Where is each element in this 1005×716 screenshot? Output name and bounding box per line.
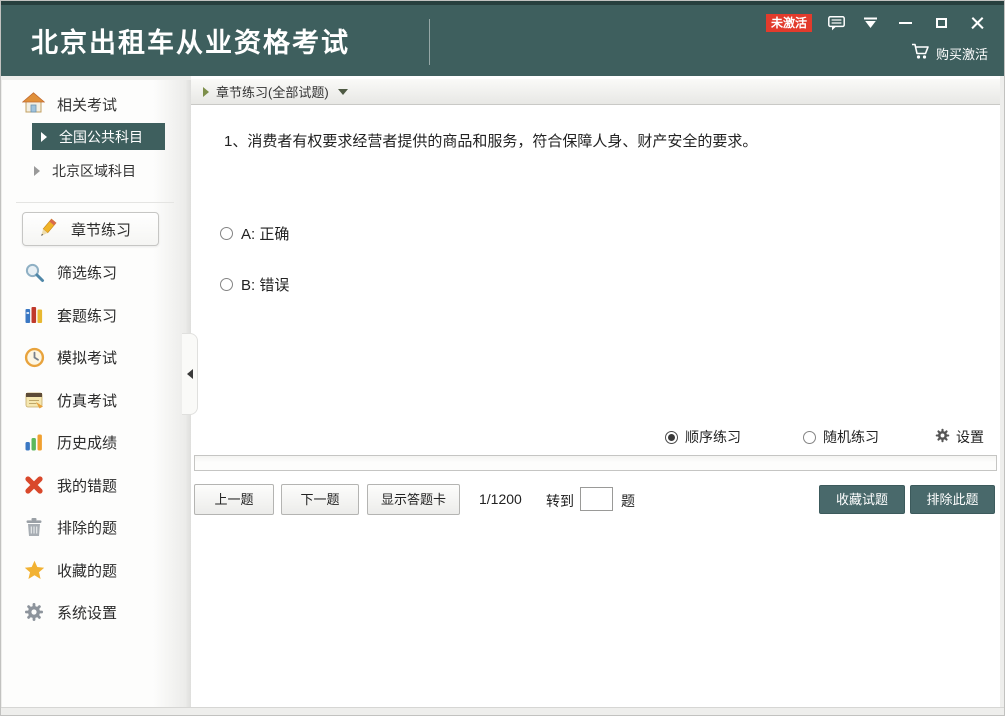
sidebar-item-label: 章节练习	[71, 219, 131, 240]
settings-label: 设置	[956, 427, 984, 447]
settings-gear-icon	[935, 428, 950, 446]
goto-question-input[interactable]	[580, 487, 613, 511]
random-practice-label: 随机练习	[823, 427, 879, 447]
goto-unit-label: 题	[621, 491, 635, 511]
skin-dropdown-icon[interactable]	[860, 14, 880, 32]
breadcrumb[interactable]: 章节练习(全部试题)	[191, 79, 1000, 105]
sequential-practice-label: 顺序练习	[685, 427, 741, 447]
sidebar: 相关考试 全国公共科目 北京区域科目	[2, 80, 191, 707]
sequential-practice-radio[interactable]	[665, 431, 678, 444]
related-exams-label: 相关考试	[57, 94, 117, 115]
question-text: 1、消费者有权要求经营者提供的商品和服务，符合保障人身、财产安全的要求。	[224, 131, 970, 153]
chevron-down-icon	[338, 89, 348, 95]
buy-activation-button[interactable]: 购买激活	[911, 43, 988, 63]
sidebar-item-excluded-questions[interactable]: 排除的题	[22, 512, 172, 542]
option-a-radio[interactable]	[220, 227, 233, 240]
sidebar-divider	[16, 202, 174, 203]
settings-link[interactable]: 设置	[935, 427, 984, 447]
related-exams-header: 相关考试	[22, 92, 117, 117]
bar-chart-icon	[22, 432, 46, 452]
title-divider	[429, 19, 430, 65]
sidebar-item-chapter-practice[interactable]: 章节练习	[22, 212, 159, 246]
bottom-toolbar: 上一题 下一题 显示答题卡 1/1200 转到 题 收藏试题 排除此题	[191, 484, 1000, 518]
next-question-button[interactable]: 下一题	[281, 484, 359, 515]
close-button[interactable]	[966, 14, 988, 32]
notepad-icon	[22, 390, 46, 410]
maximize-button[interactable]	[930, 14, 952, 32]
subject-label: 北京区域科目	[52, 161, 136, 181]
sidebar-item-set-practice[interactable]: 套题练习	[22, 300, 172, 330]
option-a-label: A: 正确	[241, 223, 289, 244]
sequential-practice-option[interactable]: 顺序练习	[665, 427, 741, 447]
window-bottom-frame	[1, 707, 1004, 715]
pencil-icon	[35, 217, 59, 241]
option-a[interactable]: A: 正确	[220, 223, 289, 244]
sidebar-item-mock-exam[interactable]: 模拟考试	[22, 342, 172, 372]
books-icon	[22, 305, 46, 325]
star-icon	[22, 560, 46, 580]
sidebar-item-label: 我的错题	[57, 475, 117, 496]
arrow-left-icon	[187, 369, 193, 379]
question-progress-counter: 1/1200	[479, 491, 522, 507]
option-b[interactable]: B: 错误	[220, 274, 289, 295]
trash-icon	[22, 517, 46, 537]
search-icon	[22, 262, 46, 283]
sidebar-item-my-mistakes[interactable]: 我的错题	[22, 470, 172, 500]
sidebar-item-label: 收藏的题	[57, 560, 117, 581]
activation-status-badge: 未激活	[766, 14, 812, 32]
sidebar-item-label: 模拟考试	[57, 347, 117, 368]
breadcrumb-arrow-icon	[203, 87, 209, 97]
clock-icon	[22, 347, 46, 368]
option-b-label: B: 错误	[241, 274, 289, 295]
titlebar-controls: 未激活	[766, 14, 988, 32]
practice-mode-row: 顺序练习 随机练习	[665, 427, 984, 447]
sidebar-item-history-scores[interactable]: 历史成绩	[22, 427, 172, 457]
sidebar-item-favorite-questions[interactable]: 收藏的题	[22, 555, 172, 585]
sidebar-item-national-subjects[interactable]: 全国公共科目	[32, 123, 165, 150]
arrow-right-icon	[34, 166, 40, 176]
sidebar-item-label: 系统设置	[57, 602, 117, 623]
minimize-button[interactable]	[894, 14, 916, 32]
red-cross-icon	[22, 475, 46, 495]
sidebar-item-label: 套题练习	[57, 305, 117, 326]
breadcrumb-label: 章节练习(全部试题)	[216, 82, 329, 101]
sidebar-item-label: 历史成绩	[57, 432, 117, 453]
subject-label: 全国公共科目	[59, 127, 143, 147]
option-b-radio[interactable]	[220, 278, 233, 291]
random-practice-option[interactable]: 随机练习	[803, 427, 879, 447]
sidebar-item-system-settings[interactable]: 系统设置	[22, 597, 172, 627]
home-icon	[22, 92, 45, 117]
cart-icon	[911, 43, 930, 63]
sidebar-item-label: 排除的题	[57, 517, 117, 538]
title-bar: 北京出租车从业资格考试 未激活	[1, 1, 1004, 76]
prev-question-button[interactable]: 上一题	[194, 484, 274, 515]
goto-label: 转到	[546, 491, 574, 511]
exclude-question-button[interactable]: 排除此题	[910, 485, 995, 514]
sidebar-item-beijing-subjects[interactable]: 北京区域科目	[34, 159, 136, 183]
sidebar-collapse-handle[interactable]	[182, 333, 198, 415]
favorite-question-button[interactable]: 收藏试题	[819, 485, 905, 514]
show-answer-card-button[interactable]: 显示答题卡	[367, 484, 460, 515]
arrow-right-icon	[41, 132, 47, 142]
sidebar-item-label: 筛选练习	[57, 262, 117, 283]
random-practice-radio[interactable]	[803, 431, 816, 444]
progress-bar	[194, 455, 997, 471]
gear-icon	[22, 602, 46, 622]
sidebar-item-simulation-exam[interactable]: 仿真考试	[22, 385, 172, 415]
app-title: 北京出租车从业资格考试	[31, 21, 350, 60]
feedback-chat-icon[interactable]	[826, 14, 846, 32]
sidebar-item-label: 仿真考试	[57, 390, 117, 411]
sidebar-item-filter-practice[interactable]: 筛选练习	[22, 257, 172, 287]
buy-activation-label: 购买激活	[936, 44, 988, 63]
app-window: 北京出租车从业资格考试 未激活	[0, 0, 1005, 716]
main-content: 章节练习(全部试题) 1、消费者有权要求经营者提供的商品和服务，符合保障人身、财…	[191, 76, 1000, 707]
